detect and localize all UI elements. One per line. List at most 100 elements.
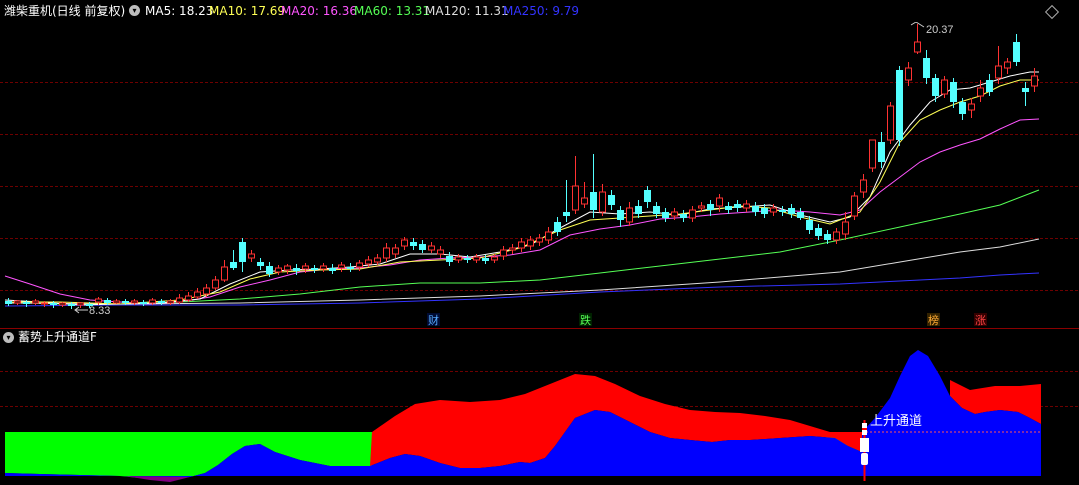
candle bbox=[428, 242, 435, 253]
candle bbox=[311, 265, 318, 273]
candle bbox=[338, 262, 345, 272]
candle bbox=[410, 238, 417, 250]
event-marker-cai[interactable]: 财 bbox=[427, 313, 440, 327]
candle bbox=[167, 299, 174, 305]
candle bbox=[500, 246, 507, 260]
candle bbox=[959, 98, 966, 120]
stock-title[interactable]: 潍柴重机(日线 前复权) bbox=[4, 0, 125, 22]
candle bbox=[896, 66, 903, 146]
candle bbox=[194, 288, 201, 299]
purple-area bbox=[125, 476, 190, 482]
candle bbox=[1022, 82, 1029, 106]
candle bbox=[995, 46, 1002, 84]
ma250-label: MA250: 9.79 bbox=[503, 4, 580, 18]
candle bbox=[392, 244, 399, 258]
candle bbox=[59, 302, 66, 307]
candle bbox=[32, 299, 39, 305]
candle bbox=[914, 24, 921, 54]
candle bbox=[878, 132, 885, 168]
candle bbox=[635, 200, 642, 218]
candle bbox=[815, 224, 822, 240]
candle bbox=[5, 298, 12, 306]
candle bbox=[329, 264, 336, 274]
candle bbox=[743, 200, 750, 212]
ma5-label: MA5: 18.23 bbox=[145, 4, 214, 18]
indicator-title[interactable]: 蓄势上升通道F bbox=[18, 328, 97, 346]
candle bbox=[608, 190, 615, 210]
candle bbox=[419, 240, 426, 253]
candle bbox=[554, 217, 561, 236]
candle bbox=[680, 210, 687, 222]
candle bbox=[581, 182, 588, 208]
candle bbox=[617, 206, 624, 227]
candle bbox=[212, 276, 219, 290]
candle bbox=[536, 234, 543, 246]
event-marker-zhang[interactable]: 涨 bbox=[974, 313, 987, 327]
candle bbox=[644, 186, 651, 208]
candle bbox=[923, 50, 930, 84]
svg-text:20.37: 20.37 bbox=[926, 24, 954, 36]
candle bbox=[230, 250, 237, 270]
candle bbox=[662, 208, 669, 222]
candle bbox=[572, 156, 579, 214]
candle bbox=[626, 202, 633, 226]
candle bbox=[707, 200, 714, 216]
candle bbox=[248, 250, 255, 262]
candle bbox=[779, 206, 786, 216]
candle bbox=[68, 302, 75, 309]
event-marker-die[interactable]: 跌 bbox=[579, 313, 592, 327]
ma10-label: MA10: 17.69 bbox=[209, 4, 286, 18]
candle bbox=[374, 254, 381, 265]
svg-text:跌: 跌 bbox=[580, 313, 591, 327]
candle bbox=[689, 206, 696, 222]
candle bbox=[176, 294, 183, 304]
svg-text:上升通道: 上升通道 bbox=[870, 414, 922, 429]
svg-text:榜: 榜 bbox=[928, 313, 939, 327]
ma120-label: MA120: 11.31 bbox=[425, 4, 509, 18]
candle bbox=[563, 180, 570, 222]
candle bbox=[734, 200, 741, 212]
dropdown-chevron-icon[interactable]: ▾ bbox=[129, 5, 140, 16]
candle bbox=[887, 102, 894, 144]
candle bbox=[1004, 58, 1011, 74]
candle bbox=[383, 243, 390, 262]
ma20-label: MA20: 16.36 bbox=[281, 4, 358, 18]
candle bbox=[275, 265, 282, 275]
candle bbox=[860, 174, 867, 198]
candle bbox=[752, 202, 759, 216]
candle bbox=[221, 260, 228, 282]
candle bbox=[320, 263, 327, 272]
candle bbox=[842, 212, 849, 240]
candlestick-chart[interactable]: 20.37 8.33 财 跌 榜 涨 bbox=[0, 22, 1079, 328]
candle bbox=[761, 204, 768, 218]
candle bbox=[509, 244, 516, 254]
candle bbox=[851, 192, 858, 220]
svg-text:8.33: 8.33 bbox=[89, 305, 110, 317]
candle bbox=[788, 204, 795, 218]
candle bbox=[518, 238, 525, 252]
candle bbox=[437, 246, 444, 258]
ma60-label: MA60: 13.31 bbox=[354, 4, 431, 18]
ma10-line bbox=[5, 79, 1039, 305]
candle bbox=[869, 139, 876, 172]
indicator-chevron-icon[interactable]: ▾ bbox=[3, 332, 14, 343]
candle bbox=[239, 238, 246, 272]
svg-text:财: 财 bbox=[428, 313, 439, 327]
candle bbox=[977, 80, 984, 102]
candle bbox=[599, 184, 606, 216]
candle bbox=[113, 299, 120, 304]
candle bbox=[284, 264, 291, 274]
candle bbox=[968, 98, 975, 118]
event-marker-bang[interactable]: 榜 bbox=[927, 313, 940, 327]
candle bbox=[725, 202, 732, 214]
candle bbox=[347, 263, 354, 272]
candle bbox=[545, 227, 552, 244]
chart-header: 潍柴重机(日线 前复权) ▾ MA5: 18.23 MA10: 17.69 MA… bbox=[0, 0, 1079, 22]
candle bbox=[1013, 34, 1020, 66]
indicator-chart[interactable]: 上升通道 bbox=[0, 328, 1079, 485]
svg-text:涨: 涨 bbox=[975, 314, 986, 327]
candle bbox=[14, 300, 21, 305]
candle bbox=[257, 258, 264, 270]
candle bbox=[185, 292, 192, 302]
candle bbox=[446, 252, 453, 266]
